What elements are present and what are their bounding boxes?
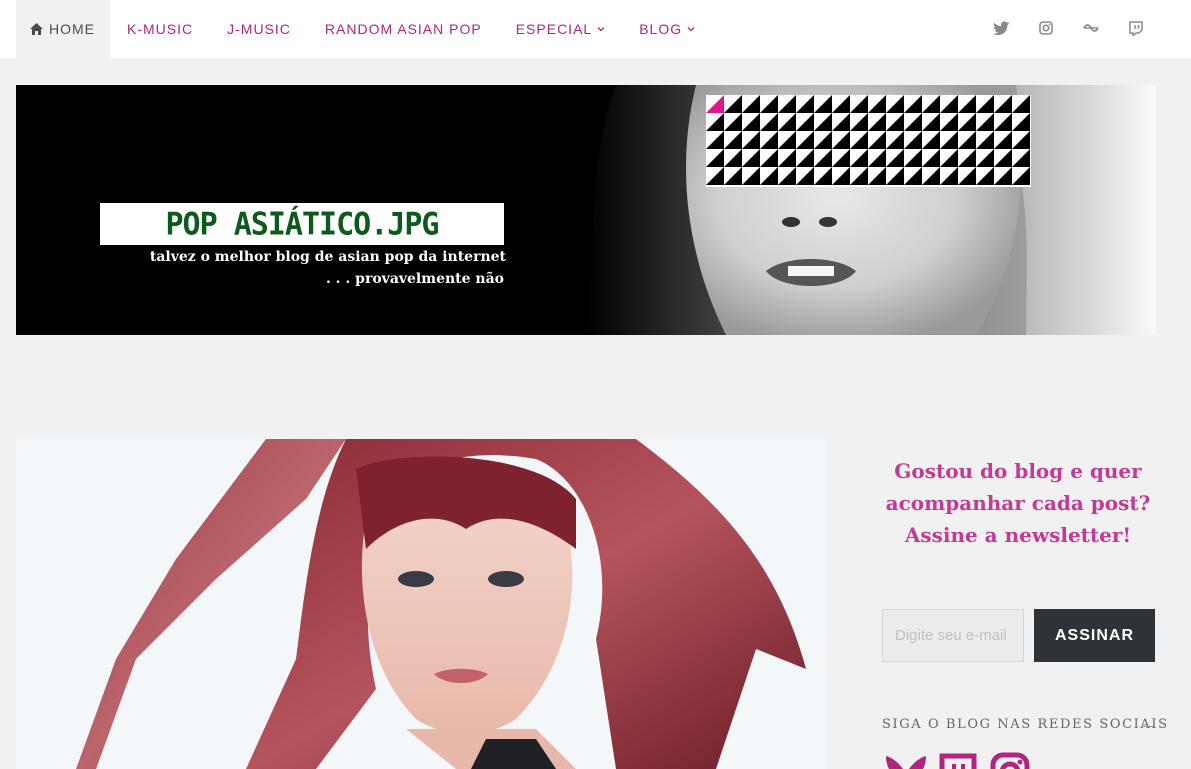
nav-label-blog: BLOG	[639, 21, 683, 37]
twitter-icon[interactable]	[990, 17, 1012, 39]
main-menu: HOME K-MUSIC J-MUSIC RANDOM ASIAN POP ES…	[16, 0, 712, 58]
nav-label-j-music: J-MUSIC	[227, 21, 291, 37]
site-tagline-line1: talvez o melhor blog de asian pop da int…	[149, 249, 506, 265]
featured-photo	[16, 439, 825, 769]
nav-label-random-asian-pop: RANDOM ASIAN POP	[324, 21, 482, 37]
home-icon	[30, 23, 43, 35]
email-field[interactable]	[882, 609, 1024, 662]
site-tagline-line2: . . . provavelmente não	[325, 271, 504, 287]
header-social-links	[990, 17, 1170, 39]
chevron-down-icon	[687, 27, 695, 32]
top-navigation: HOME K-MUSIC J-MUSIC RANDOM ASIAN POP ES…	[0, 0, 1191, 58]
nav-item-j-music[interactable]: J-MUSIC	[210, 0, 308, 58]
twitch-icon[interactable]	[1125, 17, 1147, 39]
mosaic-eye-bar	[706, 95, 1031, 187]
follow-title-divider	[1142, 726, 1155, 727]
newsletter-title: Gostou do blog e quer acompanhar cada po…	[885, 459, 1151, 547]
bluesky-icon[interactable]	[884, 750, 928, 769]
twitch-icon[interactable]	[936, 750, 980, 769]
instagram-icon[interactable]	[988, 750, 1032, 769]
site-logo[interactable]: POP ASIÁTICO.JPG	[100, 203, 504, 245]
header-banner[interactable]: POP ASIÁTICO.JPG talvez o melhor blog de…	[16, 85, 1156, 335]
subscribe-button[interactable]: ASSINAR	[1034, 609, 1155, 662]
chevron-down-icon	[597, 27, 605, 32]
nav-item-random-asian-pop[interactable]: RANDOM ASIAN POP	[308, 0, 499, 58]
sidebar-social-links	[884, 750, 1040, 769]
nav-item-home[interactable]: HOME	[16, 0, 110, 58]
site-logo-text: POP ASIÁTICO.JPG	[165, 205, 440, 243]
nav-label-home: HOME	[49, 21, 95, 37]
nav-label-especial: ESPECIAL	[515, 21, 593, 37]
nav-item-especial[interactable]: ESPECIAL	[499, 0, 622, 58]
nav-item-k-music[interactable]: K-MUSIC	[110, 0, 210, 58]
follow-section-title: SIGA O BLOG NAS REDES SOCIAIS	[882, 717, 1169, 732]
banner-face-image	[556, 85, 1156, 335]
featured-post-image[interactable]	[16, 439, 825, 769]
instagram-icon[interactable]	[1035, 17, 1057, 39]
nav-label-k-music: K-MUSIC	[127, 21, 194, 37]
nav-item-blog[interactable]: BLOG	[622, 0, 712, 58]
lastfm-icon[interactable]	[1080, 17, 1102, 39]
